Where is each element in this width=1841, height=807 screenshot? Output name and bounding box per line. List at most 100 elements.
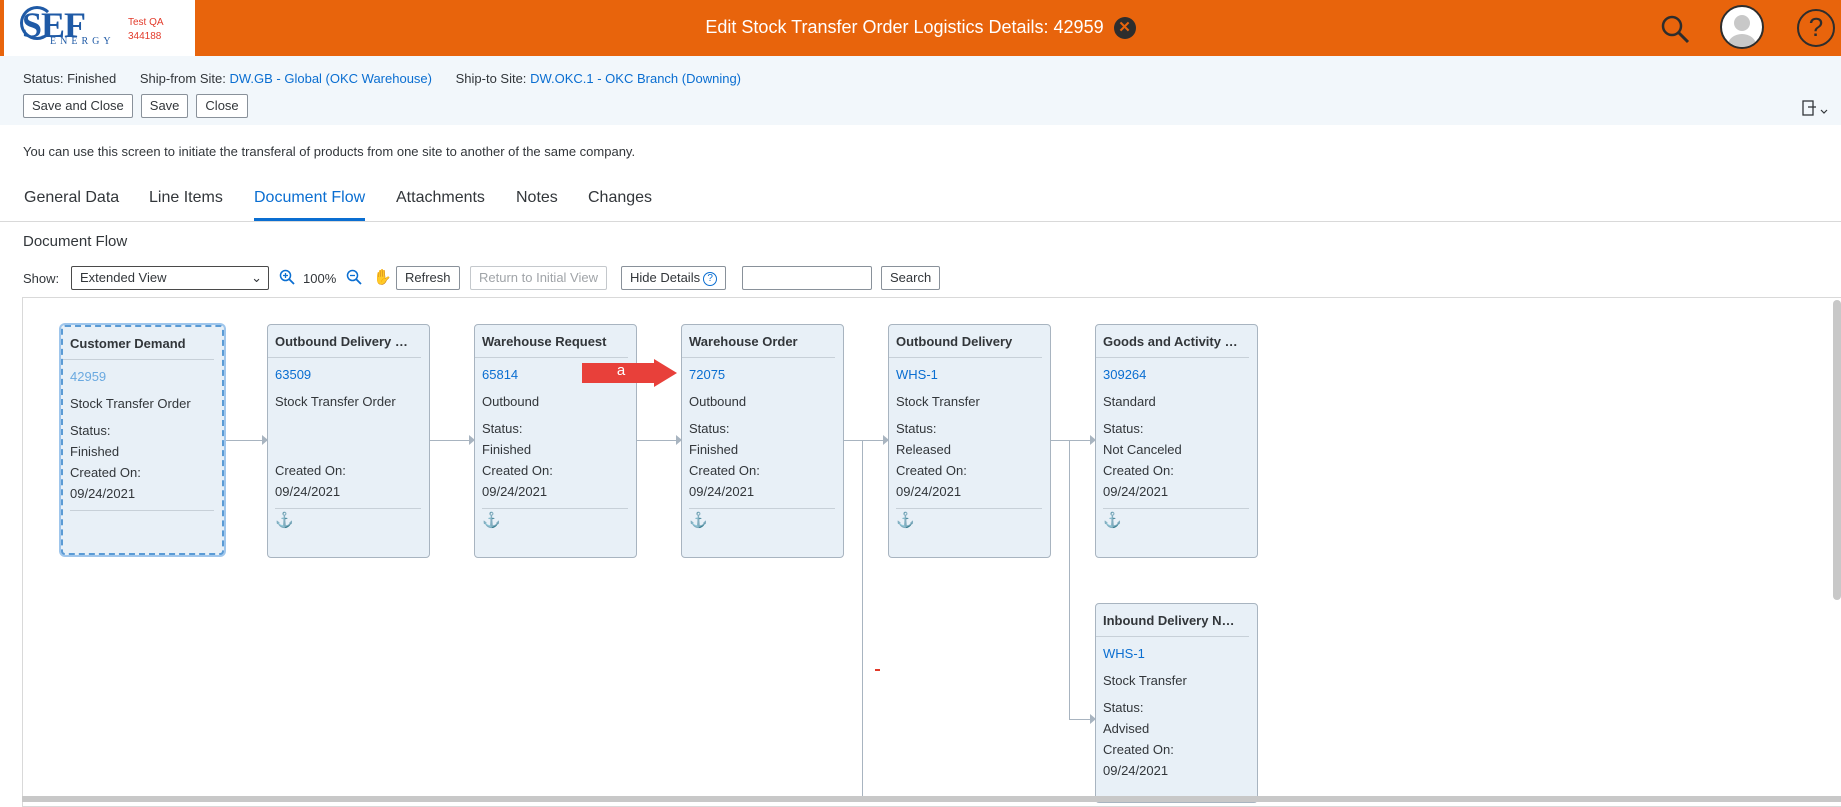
show-label: Show:	[23, 271, 60, 286]
tab-attachments[interactable]: Attachments	[396, 189, 485, 218]
node-type: Standard	[1103, 394, 1156, 409]
node-status-label: Status:	[1103, 421, 1144, 436]
return-initial-view-button[interactable]: Return to Initial View	[470, 266, 607, 290]
tab-general-data[interactable]: General Data	[24, 189, 119, 218]
node-created: 09/24/2021	[275, 484, 341, 499]
node-created: 09/24/2021	[896, 484, 962, 499]
tab-notes[interactable]: Notes	[516, 189, 558, 218]
tab-line-items[interactable]: Line Items	[149, 189, 223, 218]
ship-to-link[interactable]: DW.OKC.1 - OKC Branch (Downing)	[530, 71, 741, 86]
node-status-label: Status:	[70, 423, 111, 438]
node-id-link[interactable]: WHS-1	[1103, 643, 1250, 664]
flow-node-goods-and-activity[interactable]: Goods and Activity C... 309264 Standard …	[1095, 324, 1258, 558]
flow-node-inbound-delivery-notification[interactable]: Inbound Delivery Noti... WHS-1 Stock Tra…	[1095, 603, 1258, 803]
node-status-label	[275, 418, 422, 439]
node-title: Inbound Delivery Noti...	[1096, 604, 1249, 637]
node-title: Warehouse Order	[682, 325, 835, 358]
node-id-link[interactable]: 72075	[689, 364, 836, 385]
node-id-link[interactable]: 63509	[275, 364, 422, 385]
node-created-label: Created On:	[689, 463, 760, 478]
tab-document-flow[interactable]: Document Flow	[254, 189, 366, 221]
vertical-scrollbar[interactable]	[1833, 300, 1841, 600]
page-title: Edit Stock Transfer Order Logistics Deta…	[705, 17, 1104, 37]
view-select[interactable]: Extended View ⌄	[71, 266, 269, 290]
connector	[429, 440, 469, 441]
node-created-label: Created On:	[482, 463, 553, 478]
node-id-link[interactable]: WHS-1	[896, 364, 1043, 385]
node-title: Warehouse Request	[475, 325, 628, 358]
node-title: Customer Demand	[63, 327, 214, 360]
node-title: Outbound Delivery R...	[268, 325, 421, 358]
node-created: 09/24/2021	[1103, 484, 1169, 499]
node-created: 09/24/2021	[70, 486, 136, 501]
status-label: Status:	[23, 71, 64, 86]
flow-node-outbound-delivery-request[interactable]: Outbound Delivery R... 63509 Stock Trans…	[267, 324, 430, 558]
annotation-label: a	[616, 362, 626, 379]
connector	[1050, 440, 1090, 441]
node-type: Outbound	[689, 394, 747, 409]
annotation-mark	[875, 669, 880, 671]
anchor-icon[interactable]: ⚓	[482, 508, 628, 532]
close-icon[interactable]: ✕	[1113, 17, 1136, 40]
node-created: 09/24/2021	[689, 484, 755, 499]
node-status: Not Canceled	[1103, 442, 1182, 457]
node-status-label: Status:	[482, 421, 523, 436]
refresh-button[interactable]: Refresh	[396, 266, 460, 290]
ship-from-link[interactable]: DW.GB - Global (OKC Warehouse)	[229, 71, 432, 86]
search-input[interactable]	[742, 266, 872, 290]
zoom-out-icon[interactable]	[346, 269, 362, 289]
close-button[interactable]: Close	[196, 94, 248, 118]
export-icon[interactable]	[1800, 98, 1830, 118]
header-actions: Save and Close Save Close	[23, 94, 248, 118]
node-created-label: Created On:	[1103, 463, 1174, 478]
chevron-down-icon: ⌄	[251, 270, 262, 285]
node-type: Stock Transfer	[896, 394, 980, 409]
flow-node-customer-demand[interactable]: Customer Demand 42959 Stock Transfer Ord…	[61, 325, 224, 555]
anchor-icon[interactable]: ⚓	[275, 508, 421, 532]
connector	[843, 440, 883, 441]
tab-changes[interactable]: Changes	[588, 189, 652, 218]
hide-details-button[interactable]: Hide Details?	[621, 266, 727, 290]
save-button[interactable]: Save	[140, 94, 189, 118]
node-created: 09/24/2021	[482, 484, 548, 499]
node-status: Finished	[70, 444, 120, 459]
node-id-link[interactable]: 309264	[1103, 364, 1250, 385]
object-header: Status: Finished Ship-from Site: DW.GB -…	[0, 56, 1841, 125]
node-type: Stock Transfer Order	[275, 394, 396, 409]
horizontal-scrollbar[interactable]	[22, 796, 1841, 802]
node-title: Outbound Delivery	[889, 325, 1042, 358]
ship-to-label: Ship-to Site:	[455, 71, 527, 86]
connector	[862, 440, 863, 796]
node-status: Released	[896, 442, 951, 457]
connector	[1069, 440, 1070, 719]
view-select-value: Extended View	[80, 270, 167, 285]
node-created-label: Created On:	[275, 463, 346, 478]
flow-node-warehouse-order[interactable]: Warehouse Order 72075 Outbound Status: F…	[681, 324, 844, 558]
node-status	[275, 439, 422, 460]
node-footer	[70, 510, 214, 534]
search-icon[interactable]	[1660, 14, 1690, 44]
help-icon[interactable]: ?	[1797, 9, 1835, 47]
hide-details-label: Hide Details	[630, 270, 701, 285]
section-title: Document Flow	[23, 233, 128, 250]
node-status: Finished	[482, 442, 532, 457]
anchor-icon[interactable]: ⚓	[1103, 508, 1249, 532]
node-type: Outbound	[482, 394, 540, 409]
zoom-in-icon[interactable]	[279, 269, 295, 289]
anchor-icon[interactable]: ⚓	[896, 508, 1042, 532]
save-and-close-button[interactable]: Save and Close	[23, 94, 133, 118]
user-avatar-icon[interactable]	[1720, 5, 1764, 49]
connector	[636, 440, 676, 441]
node-id-link[interactable]: 42959	[70, 366, 215, 387]
ship-from-label: Ship-from Site:	[139, 71, 226, 86]
pan-hand-icon[interactable]: ✋	[373, 268, 392, 286]
node-type: Stock Transfer Order	[70, 396, 191, 411]
info-text: You can use this screen to initiate the …	[23, 144, 636, 159]
header-attributes: Status: Finished Ship-from Site: DW.GB -…	[23, 71, 761, 86]
anchor-icon[interactable]: ⚓	[689, 508, 835, 532]
node-status-label: Status:	[896, 421, 937, 436]
node-created-label: Created On:	[70, 465, 141, 480]
node-created-label: Created On:	[1103, 742, 1174, 757]
flow-node-outbound-delivery[interactable]: Outbound Delivery WHS-1 Stock Transfer S…	[888, 324, 1051, 558]
search-button[interactable]: Search	[881, 266, 941, 290]
